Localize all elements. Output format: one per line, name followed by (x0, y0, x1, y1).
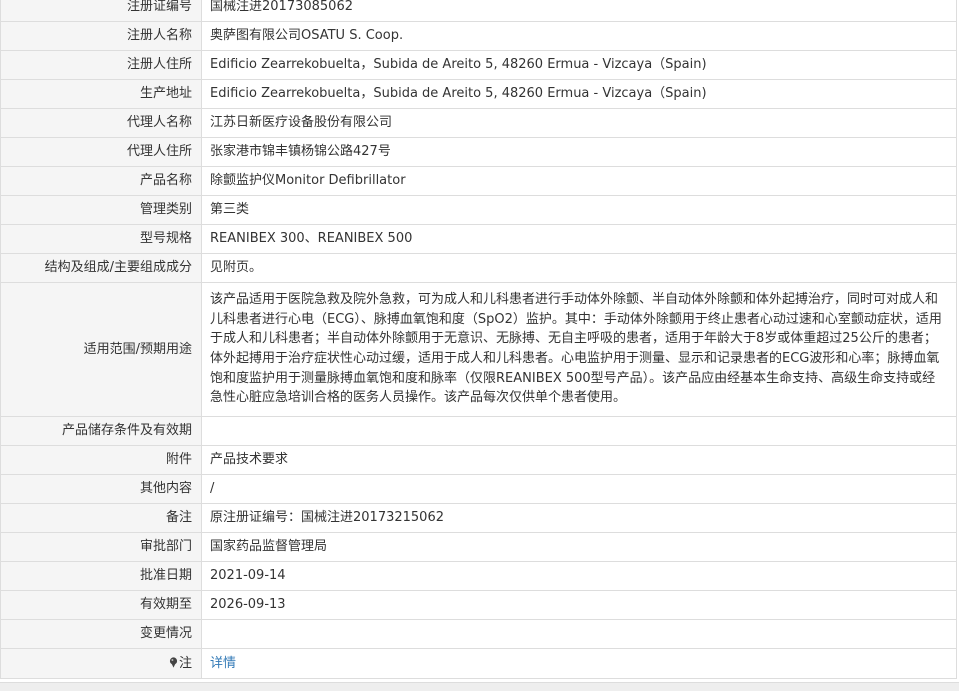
row-registrant-address: 注册人住所 Edificio Zearrekobuelta，Subida de … (0, 50, 957, 80)
row-value: REANIBEX 300、REANIBEX 500 (201, 224, 957, 254)
row-agent-name: 代理人名称 江苏日新医疗设备股份有限公司 (0, 108, 957, 138)
row-label: 变更情况 (0, 619, 202, 649)
row-label: 生产地址 (0, 79, 202, 109)
row-value: 2026-09-13 (201, 590, 957, 620)
row-value: 国家药品监督管理局 (201, 532, 957, 562)
row-label: 注册证编号 (0, 0, 202, 22)
row-label: 其他内容 (0, 474, 202, 504)
row-production-address: 生产地址 Edificio Zearrekobuelta，Subida de A… (0, 79, 957, 109)
row-label: 注册人名称 (0, 21, 202, 51)
row-registrant-name: 注册人名称 奥萨图有限公司OSATU S. Coop. (0, 21, 957, 51)
row-attachment: 附件 产品技术要求 (0, 445, 957, 475)
row-value: 原注册证编号：国械注进20173215062 (201, 503, 957, 533)
row-label: 代理人名称 (0, 108, 202, 138)
row-value: 该产品适用于医院急救及院外急救，可为成人和儿科患者进行手动体外除颤、半自动体外除… (201, 282, 957, 417)
pin-icon (169, 656, 178, 668)
row-storage-conditions: 产品储存条件及有效期 (0, 416, 957, 446)
row-agent-address: 代理人住所 张家港市锦丰镇杨锦公路427号 (0, 137, 957, 167)
row-management-category: 管理类别 第三类 (0, 195, 957, 225)
row-value: 第三类 (201, 195, 957, 225)
row-valid-until: 有效期至 2026-09-13 (0, 590, 957, 620)
row-approval-date: 批准日期 2021-09-14 (0, 561, 957, 591)
row-label: 型号规格 (0, 224, 202, 254)
row-structure-composition: 结构及组成/主要组成成分 见附页。 (0, 253, 957, 283)
row-model-spec: 型号规格 REANIBEX 300、REANIBEX 500 (0, 224, 957, 254)
row-registration-number: 注册证编号 国械注进20173085062 (0, 0, 957, 22)
row-label: 管理类别 (0, 195, 202, 225)
row-value: 见附页。 (201, 253, 957, 283)
row-label: 有效期至 (0, 590, 202, 620)
row-value: 2021-09-14 (201, 561, 957, 591)
row-label: 产品名称 (0, 166, 202, 196)
row-value: 国械注进20173085062 (201, 0, 957, 22)
row-value: Edificio Zearrekobuelta，Subida de Areito… (201, 50, 957, 80)
row-value (201, 416, 957, 446)
row-value: 奥萨图有限公司OSATU S. Coop. (201, 21, 957, 51)
row-value: 除颤监护仪Monitor Defibrillator (201, 166, 957, 196)
note-value-cell: 详情 (201, 648, 957, 679)
row-value: 张家港市锦丰镇杨锦公路427号 (201, 137, 957, 167)
details-link[interactable]: 详情 (210, 656, 236, 671)
row-label: 产品储存条件及有效期 (0, 416, 202, 446)
row-other-content: 其他内容 / (0, 474, 957, 504)
row-label: 备注 (0, 503, 202, 533)
row-intended-use: 适用范围/预期用途 该产品适用于医院急救及院外急救，可为成人和儿科患者进行手动体… (0, 282, 957, 417)
note-label-cell: 注 (0, 648, 202, 679)
row-value: / (201, 474, 957, 504)
row-remarks: 备注 原注册证编号：国械注进20173215062 (0, 503, 957, 533)
row-label: 注册人住所 (0, 50, 202, 80)
row-note: 注 详情 (0, 648, 957, 679)
row-approval-dept: 审批部门 国家药品监督管理局 (0, 532, 957, 562)
row-label: 批准日期 (0, 561, 202, 591)
row-label: 附件 (0, 445, 202, 475)
row-label: 结构及组成/主要组成成分 (0, 253, 202, 283)
registration-detail-table: 注册证编号 国械注进20173085062 注册人名称 奥萨图有限公司OSATU… (0, 0, 957, 679)
note-label: 注 (178, 655, 192, 671)
row-product-name: 产品名称 除颤监护仪Monitor Defibrillator (0, 166, 957, 196)
row-label: 代理人住所 (0, 137, 202, 167)
row-value (201, 619, 957, 649)
row-value: Edificio Zearrekobuelta，Subida de Areito… (201, 79, 957, 109)
row-value: 产品技术要求 (201, 445, 957, 475)
row-label: 适用范围/预期用途 (0, 282, 202, 417)
row-label: 审批部门 (0, 532, 202, 562)
row-value: 江苏日新医疗设备股份有限公司 (201, 108, 957, 138)
row-change-status: 变更情况 (0, 619, 957, 649)
